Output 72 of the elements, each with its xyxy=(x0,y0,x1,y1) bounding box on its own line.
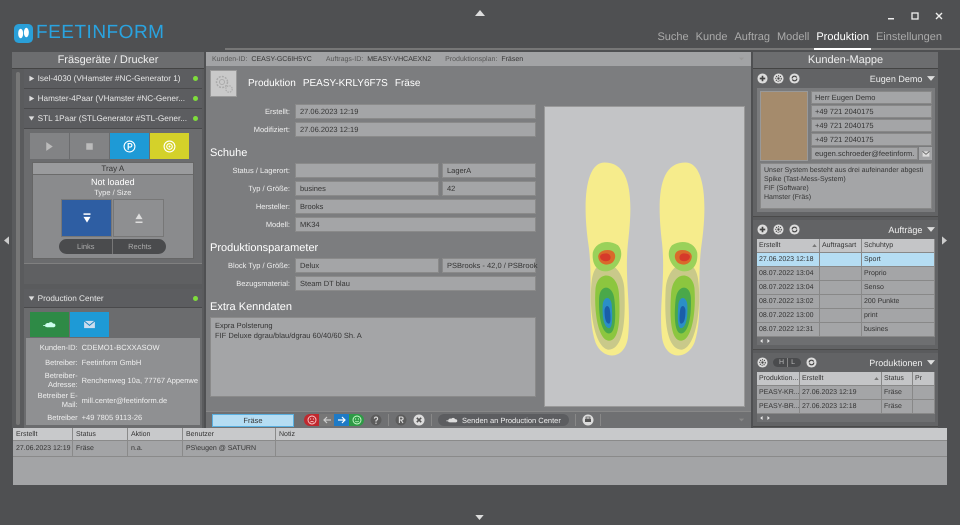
dropdown-caret-icon[interactable] xyxy=(927,360,936,365)
scrollbar[interactable] xyxy=(757,337,936,345)
expand-down-icon[interactable] xyxy=(475,515,484,520)
refresh-icon[interactable] xyxy=(789,224,800,235)
tray-status: Not loaded xyxy=(91,177,135,187)
collapse-arrow-icon[interactable] xyxy=(475,10,485,16)
sort-arrow-icon xyxy=(874,377,879,380)
nav-tab[interactable]: Einstellungen xyxy=(874,31,944,50)
delete-icon[interactable] xyxy=(413,414,425,426)
happy-face-icon xyxy=(352,415,362,425)
scrollbar[interactable] xyxy=(757,414,936,422)
settings-icon[interactable] xyxy=(757,357,768,368)
reset-icon[interactable] xyxy=(395,414,407,426)
device-label: Hamster-4Paar (VHamster #NC-Gener... xyxy=(38,94,186,103)
expand-right-icon[interactable] xyxy=(942,236,947,244)
sad-face-icon xyxy=(306,415,316,425)
scroll-arrows-icon xyxy=(760,339,770,343)
settings-icon[interactable] xyxy=(773,73,784,84)
logo-text: FEETINFORM xyxy=(36,22,164,44)
production-id: PEASY-KRLY6F7S xyxy=(302,78,388,89)
section-title: Aufträge xyxy=(888,224,922,234)
upload-button[interactable] xyxy=(30,312,69,337)
device-label: STL 1Paar (STLGenerator #STL-Gener... xyxy=(38,114,188,123)
nav-tab[interactable]: Auftrag xyxy=(732,31,772,50)
panel-title: Fräsgeräte / Drucker xyxy=(12,52,204,69)
nav-tab[interactable]: Produktion xyxy=(814,31,871,50)
envelope-icon xyxy=(82,320,96,329)
section-heading: Produktionsparameter xyxy=(210,242,320,254)
reject-button[interactable] xyxy=(304,414,319,426)
section-heading: Schuhe xyxy=(210,147,248,159)
target-icon xyxy=(162,140,176,152)
production-type: Fräse xyxy=(394,78,420,89)
forward-button[interactable] xyxy=(334,414,349,426)
settings-icon[interactable] xyxy=(773,224,784,235)
photo-placeholder xyxy=(760,91,808,161)
add-icon[interactable] xyxy=(757,224,768,235)
close-icon[interactable] xyxy=(934,11,944,21)
dropdown-caret-icon[interactable] xyxy=(927,227,936,232)
text-field[interactable] xyxy=(295,163,439,178)
dropdown-caret-icon[interactable] xyxy=(927,76,936,81)
print-icon[interactable] xyxy=(582,414,594,426)
mail-button[interactable] xyxy=(70,312,109,337)
left-arrow-icon xyxy=(322,415,332,425)
right-arrow-icon xyxy=(336,415,346,425)
scroll-arrows-icon xyxy=(760,416,770,420)
maximize-icon[interactable] xyxy=(910,11,920,21)
production-title: Produktion xyxy=(248,78,296,89)
section-title: Eugen Demo xyxy=(870,74,922,84)
add-icon[interactable] xyxy=(757,73,768,84)
p-circle-icon xyxy=(122,140,136,152)
help-icon[interactable] xyxy=(370,414,382,426)
cloud-arrow-icon xyxy=(446,416,458,424)
cloud-arrow-icon xyxy=(42,320,56,329)
nav-tab[interactable]: Suche xyxy=(655,31,691,50)
approve-button[interactable] xyxy=(349,414,364,426)
feet-logo-icon xyxy=(14,24,33,42)
tray-title: Tray A xyxy=(32,163,193,175)
device-label: Isel-4030 (VHamster #NC-Generator 1) xyxy=(38,74,182,83)
section-title: Produktionen xyxy=(869,358,922,368)
park-button[interactable] xyxy=(110,133,149,159)
envelope-icon xyxy=(922,150,930,156)
expand-left-icon[interactable] xyxy=(4,236,9,244)
back-button[interactable] xyxy=(319,414,334,426)
section-title: Production Center xyxy=(38,294,105,302)
nav-tab[interactable]: Kunde xyxy=(694,31,730,50)
sort-arrow-icon xyxy=(812,244,817,247)
nav-tab[interactable]: Modell xyxy=(774,31,812,50)
refresh-icon[interactable] xyxy=(789,73,800,84)
section-heading: Extra Kenndaten xyxy=(210,301,293,313)
panel-title: Kunden-Mappe xyxy=(753,52,938,69)
refresh-icon[interactable] xyxy=(806,357,817,368)
mail-button[interactable] xyxy=(919,147,932,160)
